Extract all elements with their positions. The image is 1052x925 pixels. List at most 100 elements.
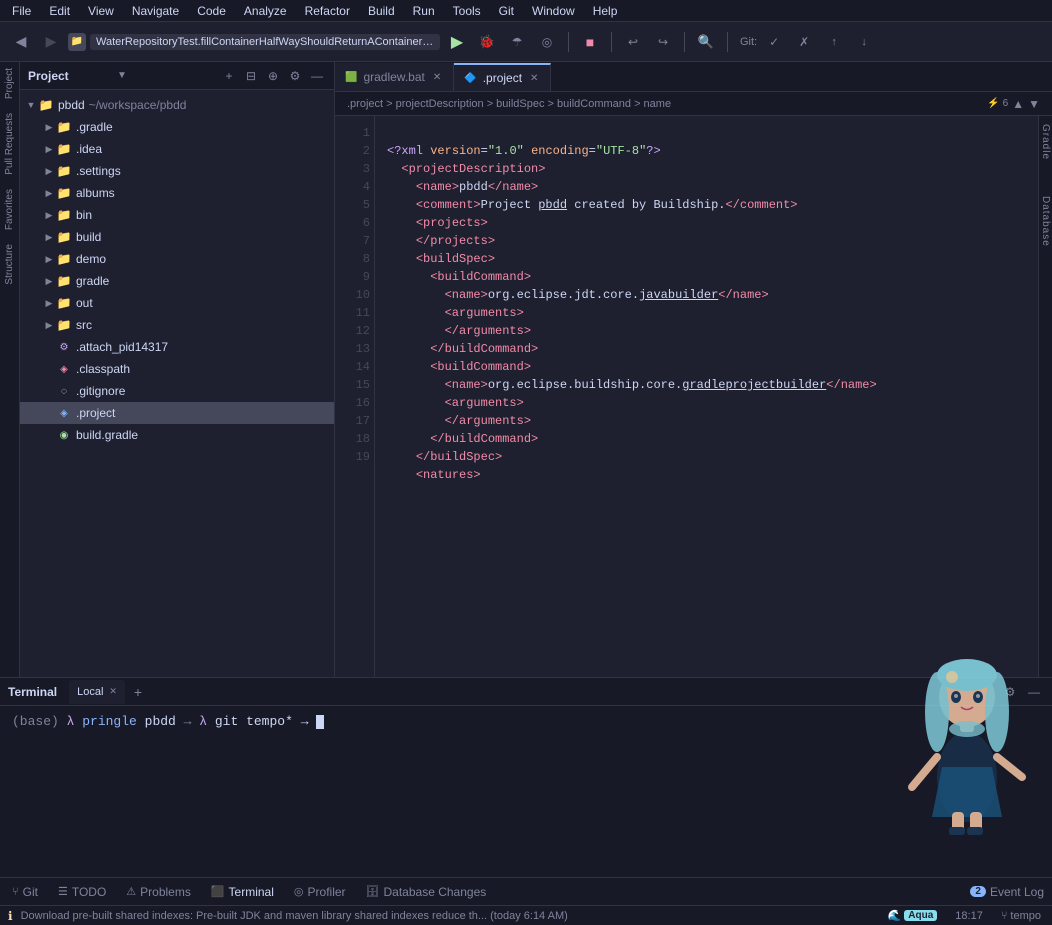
back-button[interactable]: ◀ [8,29,34,55]
menu-navigate[interactable]: Navigate [124,2,187,20]
git-tab-icon: ⑂ [12,886,19,898]
redo-button[interactable]: ↪ [650,29,676,55]
tree-item-gradle-dir[interactable]: ▶ 📁 gradle [20,270,334,292]
terminal-tab-label: Local [77,686,103,698]
right-sidebar-gradle[interactable]: Gradle [1039,116,1052,168]
terminal-cursor [316,715,324,729]
separator-1 [568,32,569,52]
tab-project[interactable]: 🔷 .project ✕ [454,63,551,91]
folder-icon-out: 📁 [56,295,72,311]
tree-item-gradle[interactable]: ▶ 📁 .gradle [20,116,334,138]
tab-gradlew-bat[interactable]: 🟩 gradlew.bat ✕ [335,63,454,91]
tree-item-build-gradle[interactable]: ▶ ◉ build.gradle [20,424,334,446]
terminal-project-1: pbdd [137,714,176,729]
collapse-all-icon[interactable]: ⊟ [242,67,260,85]
git-x-button[interactable]: ✗ [791,29,817,55]
bottom-tab-problems-label: Problems [140,885,191,899]
status-branch[interactable]: ⑂ tempo [998,910,1044,922]
expand-icon[interactable]: ▲ [1012,97,1024,111]
menu-view[interactable]: View [80,2,122,20]
terminal-content[interactable]: (base) λ pringle pbdd → λ git tempo* → [0,706,1052,877]
menu-tools[interactable]: Tools [445,2,489,20]
left-tab-favorites[interactable]: Favorites [2,183,17,236]
search-button[interactable]: 🔍 [693,29,719,55]
menu-window[interactable]: Window [524,2,583,20]
tree-item-label-attach: .attach_pid14317 [76,340,168,354]
bottom-tab-git[interactable]: ⑂ Git [8,883,42,901]
status-theme[interactable]: 🌊 Aqua [885,909,941,922]
add-content-icon[interactable]: + [220,67,238,85]
tree-item-bin[interactable]: ▶ 📁 bin [20,204,334,226]
tab-close-project[interactable]: ✕ [528,72,540,85]
status-time[interactable]: 18:17 [952,910,986,922]
code-content[interactable]: <?xml version="1.0" encoding="UTF-8"?> <… [375,116,1038,677]
scroll-to-icon[interactable]: ⊕ [264,67,282,85]
tree-arrow-out: ▶ [42,296,56,310]
menu-refactor[interactable]: Refactor [297,2,358,20]
settings-icon[interactable]: ⚙ [286,67,304,85]
terminal-tab-close[interactable]: ✕ [109,686,117,697]
bottom-tab-todo[interactable]: ☰ TODO [54,883,110,901]
bottom-tab-db-changes[interactable]: 🗄 Database Changes [362,883,491,901]
tree-item-build[interactable]: ▶ 📁 build [20,226,334,248]
tree-item-attach[interactable]: ▶ ⚙ .attach_pid14317 [20,336,334,358]
git-check-button[interactable]: ✓ [761,29,787,55]
tree-item-project[interactable]: ▶ ◈ .project [20,402,334,424]
tree-item-label-gradle-dir: gradle [76,274,109,288]
left-tab-pull-requests[interactable]: Pull Requests [2,107,17,181]
terminal-add-button[interactable]: + [129,683,147,701]
tree-item-label-albums: albums [76,186,115,200]
menu-file[interactable]: File [4,2,39,20]
aqua-badge: Aqua [904,910,937,921]
file-icon-build-gradle: ◉ [56,427,72,443]
tree-item-gitignore[interactable]: ▶ ◌ .gitignore [20,380,334,402]
forward-button[interactable]: ▶ [38,29,64,55]
status-message: Download pre-built shared indexes: Pre-b… [21,910,877,922]
git-pull-button[interactable]: ↓ [851,29,877,55]
menu-help[interactable]: Help [585,2,626,20]
run-button[interactable]: ▶ [444,29,470,55]
menu-build[interactable]: Build [360,2,403,20]
tree-item-classpath[interactable]: ▶ ◈ .classpath [20,358,334,380]
minimize-icon[interactable]: — [308,67,326,85]
menu-run[interactable]: Run [405,2,443,20]
tree-root[interactable]: ▼ 📁 pbdd ~/workspace/pbdd [20,94,334,116]
collapse-icon[interactable]: ▼ [1028,97,1040,111]
structure-count: ⚡ 6 [987,98,1008,109]
debug-button[interactable]: 🐞 [474,29,500,55]
tree-item-out[interactable]: ▶ 📁 out [20,292,334,314]
terminal-lambda-2: λ [199,714,207,729]
git-push-button[interactable]: ↑ [821,29,847,55]
tree-item-demo[interactable]: ▶ 📁 demo [20,248,334,270]
separator-3 [684,32,685,52]
right-sidebar-database[interactable]: Database [1039,188,1052,255]
menu-edit[interactable]: Edit [41,2,78,20]
bottom-tab-profiler[interactable]: ◎ Profiler [290,883,350,901]
left-tab-project[interactable]: Project [2,62,17,105]
menu-analyze[interactable]: Analyze [236,2,295,20]
profile-button[interactable]: ◎ [534,29,560,55]
bottom-tab-profiler-label: Profiler [308,885,346,899]
folder-icon-idea: 📁 [56,141,72,157]
terminal-tab-local[interactable]: Local ✕ [69,680,125,704]
stop-button[interactable]: ■ [577,29,603,55]
bottom-tab-problems[interactable]: ⚠ Problems [122,883,195,901]
tree-arrow-demo: ▶ [42,252,56,266]
tree-item-src[interactable]: ▶ 📁 src [20,314,334,336]
project-panel: Project ▼ + ⊟ ⊕ ⚙ — ▼ 📁 pbdd ~/workspace… [20,62,335,677]
run-config-selector[interactable]: WaterRepositoryTest.fillContainerHalfWay… [90,34,440,50]
tab-close-gradlew-bat[interactable]: ✕ [431,71,443,84]
project-panel-title: Project [28,69,113,83]
undo-button[interactable]: ↩ [620,29,646,55]
event-log[interactable]: 2 Event Log [970,885,1044,899]
menu-git[interactable]: Git [491,2,522,20]
file-icon-gitignore: ◌ [56,383,72,399]
tree-item-settings[interactable]: ▶ 📁 .settings [20,160,334,182]
tree-arrow-settings: ▶ [42,164,56,178]
bottom-tab-terminal[interactable]: ⬛ Terminal [207,883,278,901]
coverage-button[interactable]: ☂ [504,29,530,55]
tree-item-idea[interactable]: ▶ 📁 .idea [20,138,334,160]
menu-code[interactable]: Code [189,2,234,20]
left-tab-structure[interactable]: Structure [2,238,17,291]
tree-item-albums[interactable]: ▶ 📁 albums [20,182,334,204]
